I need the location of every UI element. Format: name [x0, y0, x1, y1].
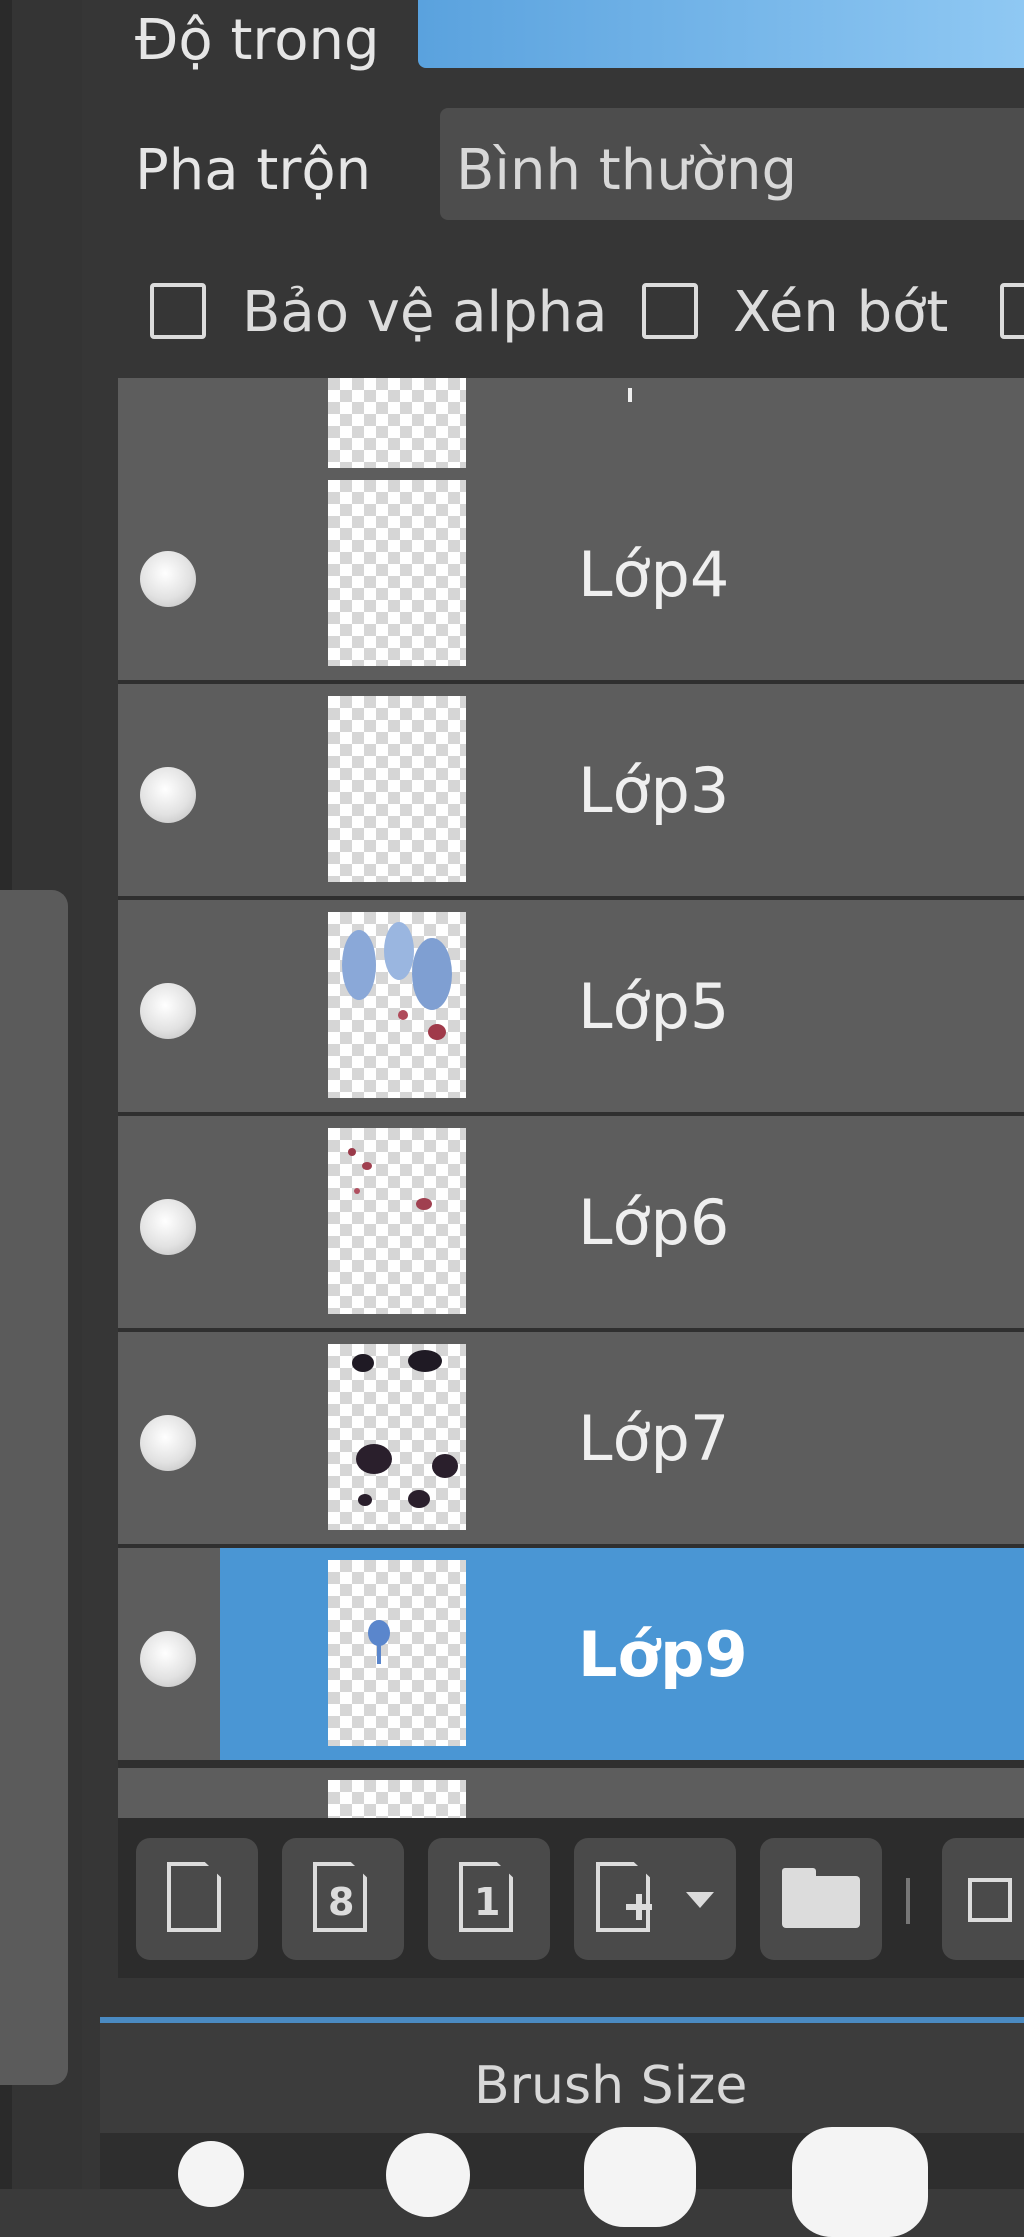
- opacity-slider[interactable]: [418, 0, 1024, 68]
- visibility-toggle-icon[interactable]: [140, 551, 196, 607]
- layer-row[interactable]: Lớp5: [118, 900, 1024, 1112]
- thumbnail-art: [428, 1024, 446, 1040]
- layer-thumbnail: [328, 912, 466, 1098]
- brush-preset-dot[interactable]: [584, 2127, 696, 2227]
- duplicate-layer-button[interactable]: [942, 1838, 1024, 1960]
- thumbnail-art: [356, 1444, 392, 1474]
- new-8bit-layer-button[interactable]: 8: [282, 1838, 404, 1960]
- thumbnail-art: [348, 1148, 356, 1156]
- layer-row-selected[interactable]: Lớp9: [118, 1548, 1024, 1760]
- blend-mode-label: Pha trộn: [135, 138, 372, 203]
- layer-thumbnail: [328, 1780, 466, 1818]
- layer-row[interactable]: Lớp3: [118, 684, 1024, 896]
- thumbnail-art: [352, 1354, 374, 1372]
- layer-name: Lớp3: [578, 754, 730, 827]
- thumbnail-art: [384, 922, 414, 980]
- alpha-protect-label[interactable]: Bảo vệ alpha: [242, 280, 607, 345]
- layer-name: Lớp7: [578, 1402, 730, 1475]
- brush-preset-dot[interactable]: [178, 2141, 244, 2207]
- visibility-toggle-icon[interactable]: [140, 767, 196, 823]
- glyph-8: 8: [328, 1880, 355, 1924]
- new-layer-button[interactable]: [136, 1838, 258, 1960]
- thumbnail-art: [398, 1010, 408, 1020]
- layer-thumbnail: [328, 1560, 466, 1746]
- layer-list[interactable]: Lớp4 Lớp3 Lớp5 Lớp6 Lớp7 Lớp9: [118, 378, 1024, 1818]
- thumbnail-art: [354, 1188, 360, 1194]
- add-layer-dropdown-button[interactable]: [574, 1838, 736, 1960]
- thumbnail-art: [416, 1198, 432, 1210]
- layer-row[interactable]: Lớp7: [118, 1332, 1024, 1544]
- visibility-toggle-icon[interactable]: [140, 1415, 196, 1471]
- layer-name: Lớp6: [578, 1186, 730, 1259]
- new-layer-icon: [167, 1862, 221, 1932]
- visibility-toggle-icon[interactable]: [140, 983, 196, 1039]
- glyph-1: 1: [474, 1880, 501, 1924]
- visibility-toggle-icon[interactable]: [140, 1631, 196, 1687]
- blend-mode-value: Bình thường: [456, 138, 798, 203]
- layer-thumbnail: [328, 480, 466, 666]
- layer-row[interactable]: Lớp6: [118, 1116, 1024, 1328]
- new-1bit-layer-button[interactable]: 1: [428, 1838, 550, 1960]
- brush-preset-dot[interactable]: [386, 2133, 470, 2217]
- brush-preset-dot[interactable]: [792, 2127, 928, 2237]
- thumbnail-art: [342, 930, 376, 1000]
- thumbnail-art: [377, 1644, 381, 1664]
- thumbnail-art: [362, 1162, 372, 1170]
- duplicate-layer-icon: [968, 1878, 1012, 1922]
- folder-icon: [782, 1876, 860, 1928]
- extra-checkbox[interactable]: [1000, 283, 1024, 339]
- brush-size-presets: [100, 2127, 1024, 2237]
- chevron-down-icon: [686, 1892, 714, 1908]
- plus-icon-v: [636, 1894, 642, 1920]
- thumbnail-art: [368, 1620, 390, 1646]
- clipping-label[interactable]: Xén bớt: [733, 280, 948, 345]
- layer-row-partial-bottom[interactable]: [118, 1768, 1024, 1818]
- new-folder-button[interactable]: [760, 1838, 882, 1960]
- visibility-toggle-icon[interactable]: [140, 1199, 196, 1255]
- clipping-checkbox[interactable]: [642, 283, 698, 339]
- thumbnail-art: [432, 1454, 458, 1478]
- thumbnail-art: [358, 1494, 372, 1506]
- brush-size-title: Brush Size: [474, 2056, 748, 2116]
- layer-name: Lớp4: [578, 538, 730, 611]
- layer-name: Lớp5: [578, 970, 730, 1043]
- layer-thumbnail: [328, 1128, 466, 1314]
- opacity-label: Độ trong: [135, 8, 380, 73]
- layer-toolbar: 8 1: [118, 1818, 1024, 1978]
- thumbnail-art: [408, 1490, 430, 1508]
- layer-name-fragment: [628, 388, 632, 402]
- layer-thumbnail: [328, 696, 466, 882]
- layer-thumbnail: [328, 1344, 466, 1530]
- alpha-protect-checkbox[interactable]: [150, 283, 206, 339]
- layer-name: Lớp9: [578, 1618, 748, 1691]
- folder-tab-icon: [782, 1868, 816, 1882]
- toolbar-divider: [906, 1878, 910, 1924]
- thumbnail-art: [412, 938, 452, 1010]
- left-scrollbar-thumb[interactable]: [0, 890, 68, 2085]
- layer-row[interactable]: Lớp4: [118, 468, 1024, 680]
- thumbnail-art: [408, 1350, 442, 1372]
